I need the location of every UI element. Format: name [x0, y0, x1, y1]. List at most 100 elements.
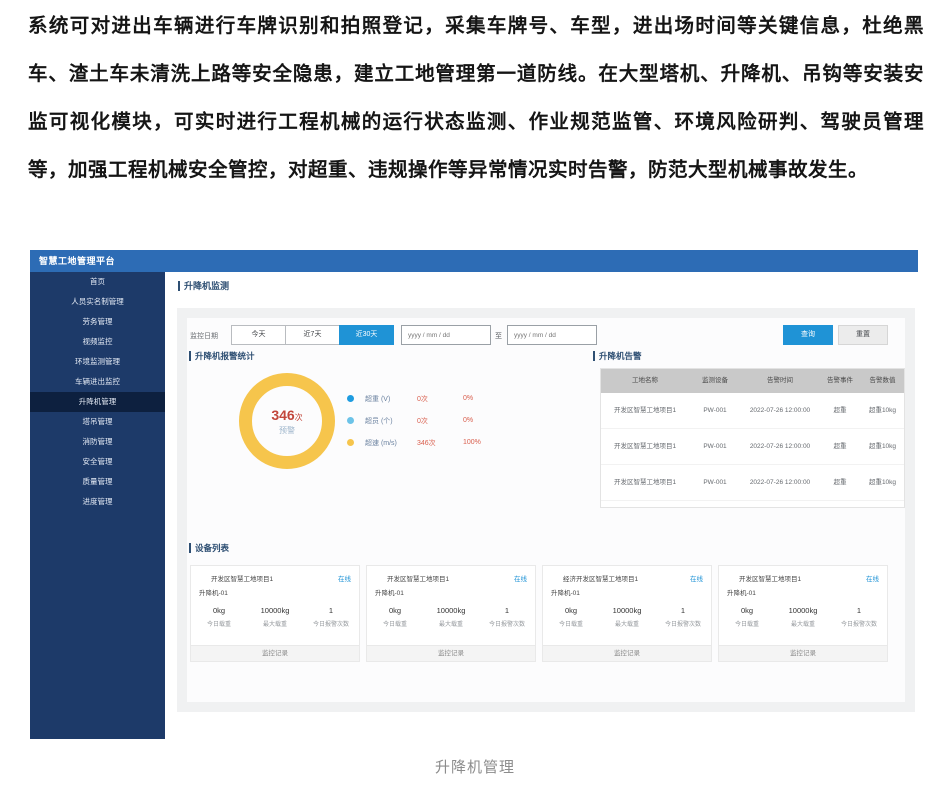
- date-to-label: 至: [495, 331, 502, 341]
- donut-total-value: 346: [271, 407, 294, 423]
- col-value: 告警数值: [861, 369, 904, 393]
- cell-event: 超重: [819, 393, 861, 428]
- card-project-name: 开发区智慧工地项目1: [199, 573, 273, 583]
- monitor-record-button[interactable]: 监控记录: [191, 645, 359, 661]
- cell-device: PW-001: [689, 465, 741, 500]
- legend-count: 0次: [417, 394, 463, 404]
- online-status-badge: 在线: [866, 573, 879, 583]
- document-paragraph: 系统可对进出车辆进行车牌识别和拍照登记，采集车牌号、车型，进出场时间等关键信息，…: [28, 2, 924, 194]
- stat-value: 10000kg: [599, 606, 655, 615]
- legend-percent: 0%: [463, 395, 473, 402]
- legend-label: 超员 (个): [365, 416, 417, 426]
- card-device-name: 升降机-01: [727, 587, 887, 597]
- stat-label: 今日载重: [367, 619, 423, 628]
- cell-value: 超重10kg: [861, 393, 904, 428]
- stat-label: 今日报警次数: [303, 619, 359, 628]
- stat-value: 10000kg: [247, 606, 303, 615]
- alarm-legend: 超重 (V) 0次 0% 超员 (个) 0次 0% 超速 (m/s) 346次: [347, 392, 481, 458]
- legend-dot-overcrowd: [347, 417, 354, 424]
- sidebar-item-home[interactable]: 首页: [30, 272, 165, 292]
- alerts-table: 工地名称 监测设备 告警时间 告警事件 告警数值 开发区智慧工地项目1 PW-0…: [600, 368, 905, 508]
- stat-value: 0kg: [719, 606, 775, 615]
- monitor-record-button[interactable]: 监控记录: [543, 645, 711, 661]
- monitor-record-button[interactable]: 监控记录: [367, 645, 535, 661]
- cell-event: 超重: [819, 465, 861, 500]
- sidebar-item-tower-crane[interactable]: 塔吊管理: [30, 412, 165, 432]
- legend-row-overweight: 超重 (V) 0次 0%: [347, 392, 481, 405]
- stat-label: 今日载重: [191, 619, 247, 628]
- card-project-name: 开发区智慧工地项目1: [727, 573, 801, 583]
- cell-site: 开发区智慧工地项目1: [601, 429, 689, 464]
- stat-value: 1: [479, 606, 535, 615]
- sidebar-item-personnel[interactable]: 人员实名制管理: [30, 292, 165, 312]
- sidebar-item-progress[interactable]: 进度管理: [30, 492, 165, 512]
- alerts-table-header: 工地名称 监测设备 告警时间 告警事件 告警数值: [601, 369, 904, 393]
- stat-label: 今日报警次数: [479, 619, 535, 628]
- online-status-badge: 在线: [338, 573, 351, 583]
- legend-count: 0次: [417, 416, 463, 426]
- col-site: 工地名称: [601, 369, 689, 393]
- col-time: 告警时间: [741, 369, 819, 393]
- stat-value: 1: [831, 606, 887, 615]
- monitor-date-label: 监控日期: [190, 331, 218, 341]
- stat-value: 10000kg: [775, 606, 831, 615]
- content-panel-inner: 监控日期 今天 近7天 近30天 至 查询 重置 升降机报警统计 346次 预警: [187, 318, 905, 702]
- stat-label: 今日载重: [719, 619, 775, 628]
- legend-row-overcrowd: 超员 (个) 0次 0%: [347, 414, 481, 427]
- legend-dot-overspeed: [347, 439, 354, 446]
- sidebar-item-vehicle[interactable]: 车辆进出监控: [30, 372, 165, 392]
- sidebar-item-labor[interactable]: 劳务管理: [30, 312, 165, 332]
- date-range-segment: 今天 近7天 近30天: [232, 325, 394, 345]
- legend-label: 超速 (m/s): [365, 438, 417, 448]
- app-header: 智慧工地管理平台: [30, 250, 918, 272]
- stat-label: 最大载重: [775, 619, 831, 628]
- reset-button[interactable]: 重置: [838, 325, 888, 345]
- main-content: 升降机监测 监控日期 今天 近7天 近30天 至 查询 重置 升降机报警统计: [165, 272, 918, 712]
- legend-percent: 0%: [463, 417, 473, 424]
- table-row: 开发区智慧工地项目1 PW-001 2022-07-26 12:00:00 超重…: [601, 429, 904, 465]
- cell-device: PW-001: [689, 429, 741, 464]
- sidebar-item-fire[interactable]: 消防管理: [30, 432, 165, 452]
- device-card: 开发区智慧工地项目1 在线 升降机-01 0kg今日载重 10000kg最大载重…: [366, 565, 536, 662]
- stat-label: 最大载重: [247, 619, 303, 628]
- cell-site: 开发区智慧工地项目1: [601, 465, 689, 500]
- range-30days-button[interactable]: 近30天: [339, 325, 394, 345]
- monitor-record-button[interactable]: 监控记录: [719, 645, 887, 661]
- end-date-input[interactable]: [507, 325, 597, 345]
- device-list-title: 设备列表: [189, 543, 229, 553]
- cell-time: 2022-07-26 12:00:00: [741, 429, 819, 464]
- stat-label: 最大载重: [423, 619, 479, 628]
- col-device: 监测设备: [689, 369, 741, 393]
- sidebar-item-safety[interactable]: 安全管理: [30, 452, 165, 472]
- alarm-donut-center: 346次 预警: [239, 373, 335, 469]
- cell-site: 开发区智慧工地项目1: [601, 393, 689, 428]
- range-7days-button[interactable]: 近7天: [285, 325, 340, 345]
- sidebar-item-video[interactable]: 视频监控: [30, 332, 165, 352]
- device-cards: 开发区智慧工地项目1 在线 升降机-01 0kg 今日载重 10000kg 最大载重…: [190, 565, 888, 662]
- stat-value: 10000kg: [423, 606, 479, 615]
- sidebar-item-environment[interactable]: 环境监测管理: [30, 352, 165, 372]
- table-row: 开发区智慧工地项目1 PW-001 2022-07-26 12:00:00 超重…: [601, 393, 904, 429]
- stat-label: 今日报警次数: [655, 619, 711, 628]
- card-device-name: 升降机-01: [551, 587, 711, 597]
- cell-time: 2022-07-26 12:00:00: [741, 465, 819, 500]
- device-card: 开发区智慧工地项目1 在线 升降机-01 0kg 今日载重 10000kg 最大载重…: [718, 565, 888, 662]
- range-today-button[interactable]: 今天: [231, 325, 286, 345]
- sidebar-item-elevator[interactable]: 升降机管理: [30, 392, 165, 412]
- sidebar-item-quality[interactable]: 质量管理: [30, 472, 165, 492]
- legend-count: 346次: [417, 438, 463, 448]
- card-project-name: 经济开发区智慧工地项目1: [551, 573, 638, 583]
- donut-total-unit: 次: [295, 413, 303, 422]
- app-title: 智慧工地管理平台: [30, 250, 918, 272]
- stat-label: 今日载重: [543, 619, 599, 628]
- device-card: 经济开发区智慧工地项目1 在线 升降机-01 0kg今日载重 10000kg最大…: [542, 565, 712, 662]
- device-card: 开发区智慧工地项目1 在线 升降机-01 0kg今日载重 10000kg最大载重…: [190, 565, 360, 662]
- stat-value: 0kg: [543, 606, 599, 615]
- start-date-input[interactable]: [401, 325, 491, 345]
- legend-label: 超重 (V): [365, 394, 417, 404]
- figure-caption: 升降机管理: [0, 756, 950, 777]
- online-status-badge: 在线: [514, 573, 527, 583]
- search-button[interactable]: 查询: [783, 325, 833, 345]
- legend-row-overspeed: 超速 (m/s) 346次 100%: [347, 436, 481, 449]
- cell-time: 2022-07-26 12:00:00: [741, 393, 819, 428]
